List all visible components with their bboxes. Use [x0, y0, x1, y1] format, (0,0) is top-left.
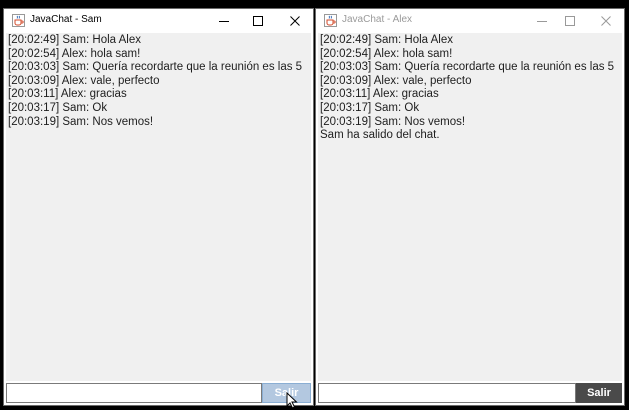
close-icon: [601, 16, 611, 26]
window-title: JavaChat - Alex: [342, 14, 413, 25]
chat-message: [20:03:09] Alex: vale, perfecto: [320, 74, 472, 87]
close-button[interactable]: [590, 9, 622, 33]
maximize-button[interactable]: [242, 9, 274, 33]
chat-window-alex: JavaChat - Alex [20:02:49] Sam: Hola Ale…: [315, 8, 625, 406]
chat-panel: [20:02:49] Sam: Hola Alex [20:02:54] Ale…: [6, 33, 311, 381]
chat-message: [20:03:19] Sam: Nos vemos!: [320, 115, 466, 128]
chat-message: [20:03:03] Sam: Quería recordarte que la…: [320, 61, 615, 74]
close-icon: [290, 16, 300, 26]
chat-message: [20:03:09] Alex: vale, perfecto: [8, 74, 160, 87]
java-coffee-cup-icon: [324, 14, 337, 27]
input-bar: Salir: [6, 382, 311, 404]
chat-message: [20:02:49] Sam: Hola Alex: [320, 34, 453, 46]
close-button[interactable]: [279, 9, 311, 33]
chat-panel: [20:02:49] Sam: Hola Alex [20:02:54] Ale…: [318, 33, 622, 381]
chat-message: [20:03:11] Alex: gracias: [320, 88, 439, 101]
chat-message: [20:03:17] Sam: Ok: [8, 101, 108, 114]
exit-button[interactable]: Salir: [576, 383, 622, 403]
title-bar[interactable]: JavaChat - Alex: [316, 9, 624, 33]
mouse-pointer-icon: [286, 392, 298, 409]
window-title: JavaChat - Sam: [30, 14, 102, 25]
maximize-button[interactable]: [554, 9, 586, 33]
chat-message: [20:02:49] Sam: Hola Alex: [8, 34, 141, 46]
minimize-icon: [537, 21, 547, 22]
maximize-icon: [565, 16, 575, 26]
title-bar[interactable]: JavaChat - Sam: [4, 9, 313, 33]
java-coffee-cup-icon: [12, 14, 25, 27]
minimize-button[interactable]: [208, 9, 240, 33]
input-bar: Salir: [318, 382, 622, 404]
message-input[interactable]: [318, 383, 576, 403]
chat-message: [20:03:11] Alex: gracias: [8, 88, 127, 101]
chat-message: [20:03:19] Sam: Nos vemos!: [8, 115, 154, 128]
minimize-icon: [219, 21, 229, 22]
maximize-icon: [253, 16, 263, 26]
chat-message: [20:03:03] Sam: Quería recordarte que la…: [8, 61, 303, 74]
message-input[interactable]: [6, 383, 262, 403]
chat-window-sam: JavaChat - Sam [20:02:49] Sam: Hola Alex…: [3, 8, 314, 406]
chat-log[interactable]: [20:02:49] Sam: Hola Alex [20:02:54] Ale…: [6, 33, 311, 129]
chat-message: [20:02:54] Alex: hola sam!: [320, 47, 453, 60]
chat-log[interactable]: [20:02:49] Sam: Hola Alex [20:02:54] Ale…: [318, 33, 622, 143]
system-message: Sam ha salido del chat.: [320, 129, 440, 142]
chat-message: [20:03:17] Sam: Ok: [320, 101, 420, 114]
chat-message: [20:02:54] Alex: hola sam!: [8, 47, 141, 60]
